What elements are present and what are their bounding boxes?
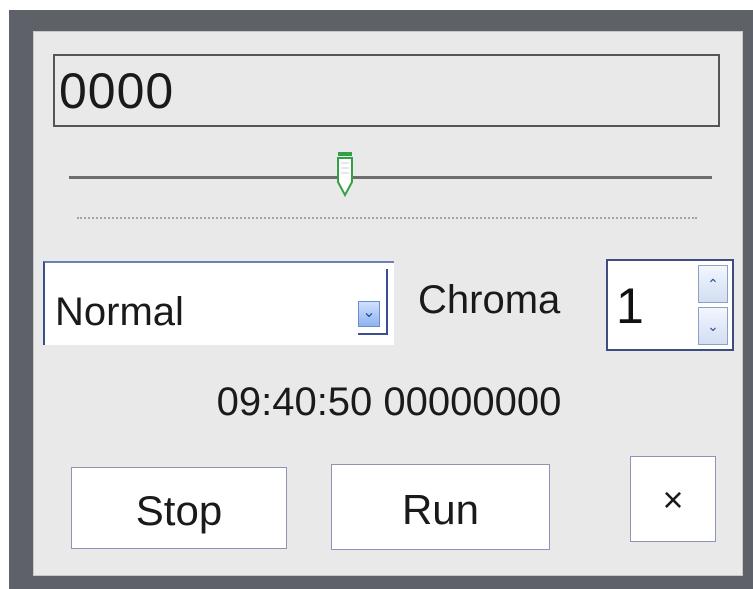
chevron-down-icon[interactable]: ⌄ — [358, 301, 380, 327]
mode-select-value: Normal — [55, 290, 184, 334]
counter-display: 0000 — [53, 54, 720, 127]
run-button[interactable]: Run — [331, 464, 550, 550]
chroma-value[interactable]: 1 — [616, 275, 644, 337]
slider-thumb-icon[interactable] — [331, 150, 359, 200]
control-panel: 0000 Normal ⌄ Chroma 1 ⌃ ⌄ 09:40:50 0000… — [33, 31, 743, 576]
slider-track[interactable] — [69, 176, 712, 179]
dropdown-button[interactable]: ⌄ — [358, 269, 388, 335]
position-slider[interactable] — [69, 150, 714, 200]
status-timestamp: 09:40:50 00000000 — [216, 380, 562, 424]
stop-button[interactable]: Stop — [71, 467, 287, 549]
chroma-spinner[interactable]: 1 ⌃ ⌄ — [606, 259, 734, 351]
mode-select[interactable]: Normal ⌄ — [43, 261, 394, 345]
close-icon[interactable]: × — [630, 456, 716, 542]
chevron-up-icon[interactable]: ⌃ — [698, 265, 728, 303]
chevron-down-icon[interactable]: ⌄ — [698, 307, 728, 345]
dotted-divider — [77, 217, 697, 219]
chroma-label: Chroma — [418, 278, 561, 322]
